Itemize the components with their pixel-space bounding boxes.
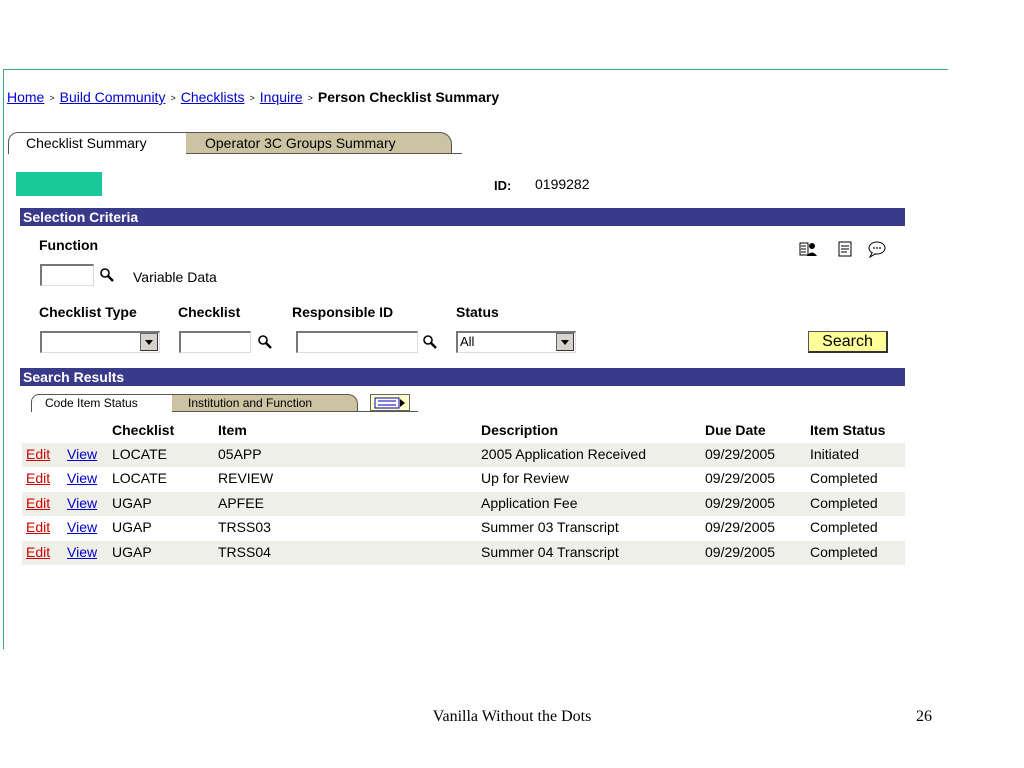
- selection-criteria-header: Selection Criteria: [20, 208, 905, 226]
- checklist-type-dropdown-arrow-icon[interactable]: [140, 333, 158, 351]
- responsible-id-lookup-icon[interactable]: [419, 332, 441, 352]
- frame-left-line: [3, 69, 4, 649]
- col-header-due-date: Due Date: [705, 422, 766, 438]
- slide-page-number: 26: [916, 708, 932, 725]
- breadcrumb-build-community[interactable]: Build Community: [60, 89, 166, 105]
- notepad-icon[interactable]: [834, 239, 856, 259]
- cell-due-date: 09/29/2005: [705, 495, 776, 511]
- checklist-type-label: Checklist Type: [39, 304, 137, 320]
- responsible-id-input[interactable]: [296, 331, 418, 353]
- cell-description: Summer 03 Transcript: [481, 519, 619, 535]
- tab-code-item-status[interactable]: Code Item Status: [31, 394, 172, 412]
- cell-due-date: 09/29/2005: [705, 519, 776, 535]
- tab-checklist-summary[interactable]: Checklist Summary: [8, 132, 186, 154]
- frame-top-line: [3, 69, 948, 70]
- people-icon[interactable]: [798, 239, 820, 259]
- cell-checklist: UGAP: [112, 495, 152, 511]
- table-row: Edit View UGAP TRSS03 Summer 03 Transcri…: [22, 516, 905, 540]
- checklist-input[interactable]: [179, 331, 251, 353]
- cell-description: Up for Review: [481, 470, 569, 486]
- cell-item: TRSS04: [218, 544, 271, 560]
- col-header-description: Description: [481, 422, 559, 438]
- view-link[interactable]: View: [67, 495, 97, 511]
- view-all-icon[interactable]: [370, 394, 410, 411]
- cell-description: Summer 04 Transcript: [481, 544, 619, 560]
- edit-link[interactable]: Edit: [26, 446, 50, 462]
- col-header-item-status: Item Status: [810, 422, 886, 438]
- page-title: Person Checklist Summary: [317, 89, 500, 105]
- breadcrumb-home[interactable]: Home: [7, 89, 44, 105]
- variable-data-label: Variable Data: [133, 269, 217, 285]
- breadcrumb-separator-icon: >: [49, 93, 55, 103]
- breadcrumb-inquire[interactable]: Inquire: [260, 89, 303, 105]
- cell-due-date: 09/29/2005: [705, 470, 776, 486]
- cell-checklist: UGAP: [112, 544, 152, 560]
- cell-checklist: LOCATE: [112, 470, 167, 486]
- edit-link[interactable]: Edit: [26, 544, 50, 560]
- view-link[interactable]: View: [67, 446, 97, 462]
- cell-description: 2005 Application Received: [481, 446, 647, 462]
- cell-item: REVIEW: [218, 470, 274, 486]
- cell-checklist: UGAP: [112, 519, 152, 535]
- cell-checklist: LOCATE: [112, 446, 167, 462]
- cell-status: Completed: [810, 544, 878, 560]
- col-header-item: Item: [218, 422, 247, 438]
- edit-link[interactable]: Edit: [26, 519, 50, 535]
- tab-institution-and-function[interactable]: Institution and Function: [172, 394, 358, 412]
- cell-status: Completed: [810, 519, 878, 535]
- id-label: ID:: [494, 178, 512, 193]
- table-row: Edit View UGAP APFEE Application Fee 09/…: [22, 492, 905, 516]
- checklist-label: Checklist: [178, 304, 241, 320]
- cell-status: Initiated: [810, 446, 860, 462]
- tab-operator-groups-summary[interactable]: Operator 3C Groups Summary: [186, 132, 452, 154]
- slide-footer-title: Vanilla Without the Dots: [432, 708, 592, 725]
- id-value: 0199282: [535, 176, 590, 192]
- function-lookup-icon[interactable]: [96, 265, 118, 285]
- breadcrumb-checklists[interactable]: Checklists: [181, 89, 245, 105]
- function-input[interactable]: [40, 264, 94, 286]
- inner-tabs-baseline: [172, 411, 418, 412]
- responsible-id-label: Responsible ID: [292, 304, 394, 320]
- cell-due-date: 09/29/2005: [705, 446, 776, 462]
- edit-link[interactable]: Edit: [26, 470, 50, 486]
- table-row: Edit View UGAP TRSS04 Summer 04 Transcri…: [22, 541, 905, 565]
- cell-item: TRSS03: [218, 519, 271, 535]
- view-link[interactable]: View: [67, 470, 97, 486]
- breadcrumb-separator-icon: >: [170, 93, 176, 103]
- view-link[interactable]: View: [67, 544, 97, 560]
- edit-link[interactable]: Edit: [26, 495, 50, 511]
- col-header-checklist: Checklist: [112, 422, 175, 438]
- breadcrumb: Home > Build Community > Checklists > Inquire >…: [7, 89, 499, 105]
- cell-item: APFEE: [218, 495, 264, 511]
- search-button[interactable]: Search: [808, 331, 888, 353]
- cell-item: 05APP: [218, 446, 262, 462]
- cell-due-date: 09/29/2005: [705, 544, 776, 560]
- search-results-header: Search Results: [20, 368, 905, 386]
- cell-description: Application Fee: [481, 495, 578, 511]
- table-row: Edit View LOCATE REVIEW Up for Review 09…: [22, 467, 905, 491]
- comment-icon[interactable]: [866, 239, 888, 259]
- person-photo-placeholder: [16, 172, 102, 196]
- cell-status: Completed: [810, 470, 878, 486]
- breadcrumb-separator-icon: >: [249, 93, 255, 103]
- function-label: Function: [39, 237, 99, 253]
- table-row: Edit View LOCATE 05APP 2005 Application …: [22, 443, 905, 467]
- checklist-lookup-icon[interactable]: [254, 332, 276, 352]
- tabs-baseline: [186, 153, 462, 154]
- view-link[interactable]: View: [67, 519, 97, 535]
- status-label: Status: [456, 304, 499, 320]
- cell-status: Completed: [810, 495, 878, 511]
- status-dropdown-arrow-icon[interactable]: [556, 333, 574, 351]
- breadcrumb-separator-icon: >: [307, 93, 313, 103]
